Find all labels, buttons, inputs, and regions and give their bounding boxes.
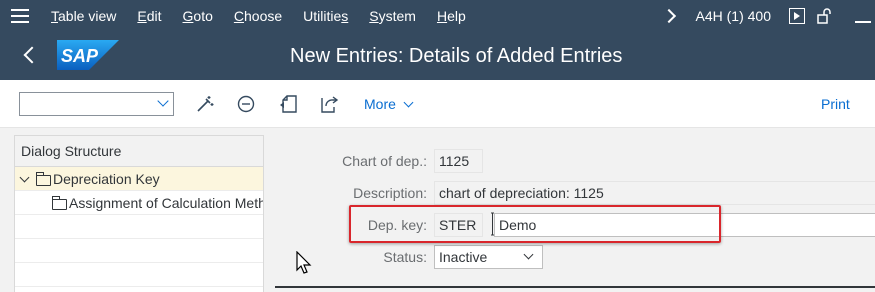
toolbar: More Print <box>0 80 875 128</box>
more-button[interactable]: More <box>364 96 414 112</box>
chevron-down-icon <box>403 97 414 107</box>
command-field[interactable] <box>19 92 174 116</box>
menu-icon[interactable] <box>0 0 40 31</box>
print-button[interactable]: Print <box>821 96 850 112</box>
minimize-icon[interactable] <box>855 20 871 23</box>
mouse-pointer-icon <box>296 251 312 274</box>
chart-of-dep-label: Chart of dep.: <box>342 153 427 169</box>
tree-empty-row <box>15 239 263 263</box>
dialog-structure-header: Dialog Structure <box>15 136 263 167</box>
page-title: New Entries: Details of Added Entries <box>290 45 623 67</box>
chevron-down-icon[interactable] <box>19 172 30 183</box>
minus-circle-icon[interactable] <box>236 94 256 114</box>
menu-edit[interactable]: Edit <box>137 8 161 24</box>
menu-choose[interactable]: Choose <box>234 8 282 24</box>
box-icon[interactable] <box>789 7 805 24</box>
tree-empty-row <box>15 215 263 239</box>
menu-help[interactable]: Help <box>437 8 466 24</box>
tree-item-label: Depreciation Key <box>53 171 160 187</box>
chart-of-dep-field: 1125 <box>434 149 483 173</box>
divider <box>275 286 875 288</box>
system-info: A4H (1) 400 <box>695 7 771 24</box>
menu-utilities[interactable]: Utilities <box>303 8 348 24</box>
export-icon[interactable] <box>319 94 339 114</box>
menu-table-view[interactable]: Table view <box>51 8 116 24</box>
title-bar: SAP New Entries: Details of Added Entrie… <box>0 31 875 80</box>
description-label: Description: <box>353 185 427 201</box>
sap-logo: SAP <box>57 40 119 70</box>
unlock-icon[interactable] <box>817 7 833 24</box>
tree-item-assignment-of-calculation-methods[interactable]: Assignment of Calculation Methods <box>15 191 263 215</box>
magic-wand-icon[interactable] <box>195 94 215 114</box>
folder-icon <box>52 196 67 210</box>
menu-items: Table view Edit Goto Choose Utilities Sy… <box>51 8 487 24</box>
tree-empty-row <box>15 263 263 287</box>
copy-icon[interactable] <box>279 94 299 114</box>
tree-item-depreciation-key[interactable]: Depreciation Key <box>15 167 263 191</box>
more-label: More <box>364 96 396 112</box>
menu-goto[interactable]: Goto <box>183 8 213 24</box>
menu-system[interactable]: System <box>369 8 416 24</box>
back-icon[interactable] <box>23 46 41 64</box>
folder-icon <box>36 172 51 186</box>
chevron-down-icon <box>523 249 534 260</box>
menu-bar: Table view Edit Goto Choose Utilities Sy… <box>0 0 875 31</box>
chevron-down-icon <box>157 95 169 107</box>
status-value: Inactive <box>439 249 488 265</box>
chevron-right-icon[interactable] <box>661 8 676 23</box>
status-select[interactable]: Inactive <box>434 245 543 269</box>
tree-item-label: Assignment of Calculation Methods <box>69 195 263 211</box>
dialog-structure-panel: Dialog Structure Depreciation Key Assign… <box>14 135 264 292</box>
annotation-highlight <box>349 205 721 243</box>
svg-text:SAP: SAP <box>61 46 99 66</box>
menubar-right: A4H (1) 400 <box>661 0 875 31</box>
description-field: chart of depreciation: 1125 <box>434 181 875 205</box>
